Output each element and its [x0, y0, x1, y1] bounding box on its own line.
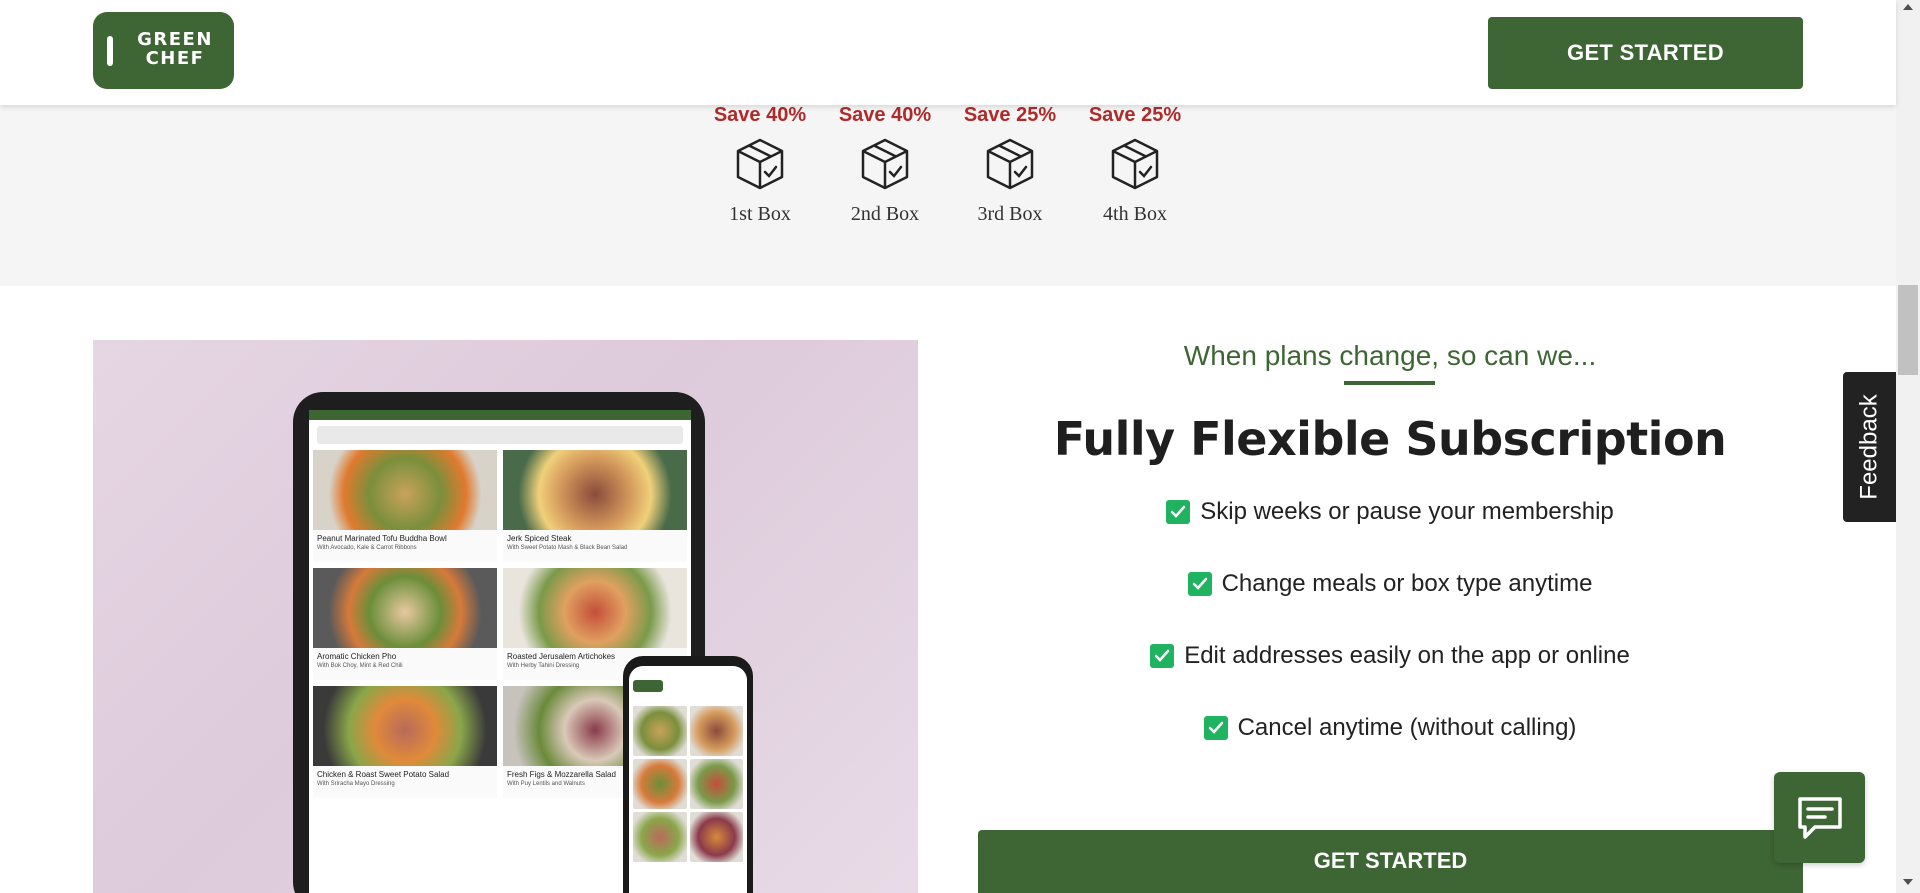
chat-icon — [1797, 796, 1842, 839]
site-header: GREEN CHEF GET STARTED — [0, 0, 1896, 105]
recipe-card: Jerk Spiced Steak With Sweet Potato Mash… — [503, 450, 687, 562]
phone-recipe-photo — [633, 706, 687, 756]
checkbox-icon — [1166, 500, 1191, 524]
savings-item: Save 25% 4th Box — [1072, 105, 1198, 226]
header-get-started-button[interactable]: GET STARTED — [1488, 17, 1803, 89]
savings-percent: Save 40% — [713, 104, 807, 126]
scroll-up-arrow-icon[interactable] — [1903, 4, 1913, 10]
feature-list: Skip weeks or pause your membership Chan… — [978, 496, 1802, 784]
savings-item: Save 40% 2nd Box — [822, 105, 948, 226]
scroll-down-arrow-icon[interactable] — [1903, 879, 1913, 885]
box-label: 4th Box — [1103, 203, 1167, 225]
recipe-photo — [503, 450, 687, 530]
savings-percent: Save 40% — [838, 104, 932, 126]
tablet-search-bar — [317, 426, 683, 444]
recipe-subtitle: With Avocado, Kale & Carrot Ribbons — [317, 545, 417, 551]
phone-mockup — [623, 656, 753, 893]
recipe-card: Peanut Marinated Tofu Buddha Bowl With A… — [313, 450, 497, 562]
box-check-icon — [736, 138, 784, 190]
logo-line-1: GREEN — [137, 29, 213, 50]
page-scrollbar[interactable] — [1896, 0, 1920, 893]
savings-item: Save 25% 3rd Box — [947, 105, 1073, 226]
logo-text: GREEN CHEF — [127, 30, 223, 68]
box-check-icon — [1111, 138, 1159, 190]
recipe-title: Chicken & Roast Sweet Potato Salad — [317, 770, 450, 779]
feedback-label: Feedback — [1855, 394, 1883, 500]
phone-app-logo — [633, 680, 663, 692]
recipe-photo — [503, 568, 687, 648]
section-title: Fully Flexible Subscription — [1053, 412, 1727, 466]
recipe-subtitle: With Sriracha Mayo Dressing — [317, 781, 395, 787]
logo-line-2: CHEF — [145, 48, 205, 69]
phone-recipe-grid — [633, 706, 743, 862]
phone-recipe-photo — [633, 812, 687, 862]
recipe-card: Aromatic Chicken Pho With Bok Choy, Mint… — [313, 568, 497, 680]
savings-item: Save 40% 1st Box — [697, 105, 823, 226]
recipe-card: Chicken & Roast Sweet Potato Salad With … — [313, 686, 497, 798]
box-label: 2nd Box — [850, 203, 920, 225]
scrollbar-thumb[interactable] — [1898, 285, 1918, 375]
phone-recipe-photo — [689, 706, 743, 756]
phone-screen — [629, 666, 747, 893]
tablet-status-bar — [309, 410, 691, 420]
recipe-title: Aromatic Chicken Pho — [317, 652, 397, 661]
green-chef-logo[interactable]: GREEN CHEF — [93, 12, 234, 89]
logo-mark — [107, 36, 113, 66]
feature-item: Change meals or box type anytime — [978, 568, 1802, 640]
get-started-button[interactable]: GET STARTED — [978, 830, 1803, 893]
phone-recipe-photo — [689, 759, 743, 809]
recipe-subtitle: With Sweet Potato Mash & Black Bean Sala… — [507, 545, 628, 551]
savings-percent: Save 25% — [1088, 104, 1182, 126]
feature-text: Change meals or box type anytime — [1221, 570, 1593, 597]
savings-band: Save 40% 1st Box Save 40% 2nd Box Save 2… — [0, 105, 1896, 286]
box-check-icon — [986, 138, 1034, 190]
savings-percent: Save 25% — [963, 104, 1057, 126]
checkbox-icon — [1187, 572, 1212, 596]
box-label: 3rd Box — [977, 203, 1043, 225]
box-label: 1st Box — [729, 203, 791, 225]
feedback-tab[interactable]: Feedback — [1843, 372, 1896, 522]
feature-item: Edit addresses easily on the app or onli… — [978, 640, 1802, 712]
recipe-title: Peanut Marinated Tofu Buddha Bowl — [317, 534, 447, 543]
feature-item: Cancel anytime (without calling) — [978, 712, 1802, 784]
phone-recipe-photo — [633, 759, 687, 809]
feature-text: Skip weeks or pause your membership — [1200, 498, 1614, 525]
eyebrow-underline — [1344, 381, 1435, 385]
section-eyebrow: When plans change, so can we... — [1183, 340, 1597, 371]
recipe-subtitle: With Bok Choy, Mint & Red Chili — [317, 663, 403, 669]
chat-button[interactable] — [1774, 772, 1865, 863]
app-devices-image: Peanut Marinated Tofu Buddha Bowl With A… — [93, 340, 918, 893]
checkbox-icon — [1150, 644, 1175, 668]
recipe-photo — [313, 450, 497, 530]
recipe-photo — [313, 568, 497, 648]
checkbox-icon — [1203, 716, 1228, 740]
recipe-title: Jerk Spiced Steak — [507, 534, 572, 543]
recipe-photo — [313, 686, 497, 766]
phone-recipe-photo — [689, 812, 743, 862]
box-check-icon — [861, 138, 909, 190]
feature-text: Cancel anytime (without calling) — [1237, 714, 1577, 741]
feature-text: Edit addresses easily on the app or onli… — [1184, 642, 1630, 669]
feature-item: Skip weeks or pause your membership — [978, 496, 1802, 568]
